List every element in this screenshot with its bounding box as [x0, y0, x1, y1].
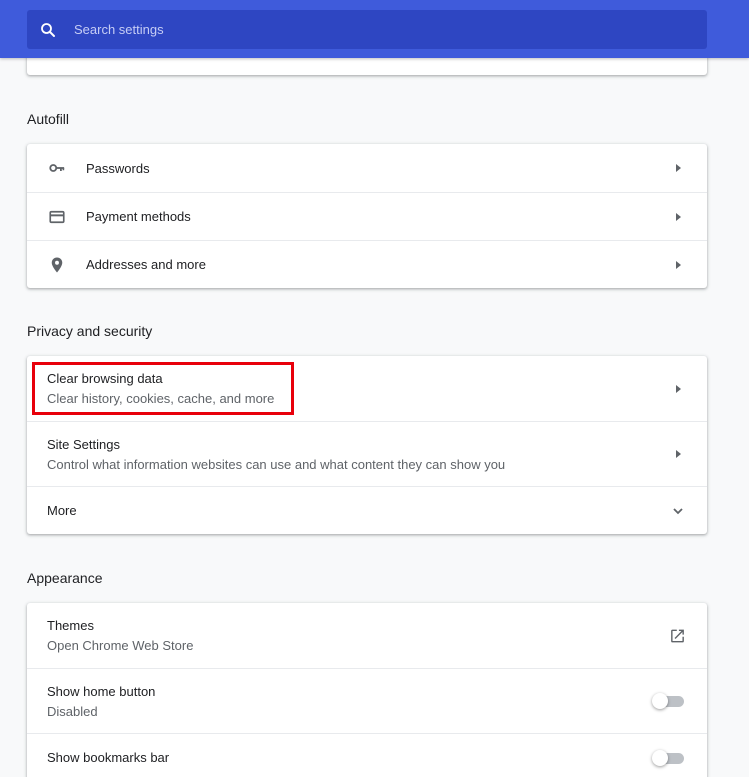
- autofill-item-passwords[interactable]: Passwords: [27, 144, 707, 192]
- show-home-button-label: Show home button: [47, 683, 156, 699]
- themes-sublabel: Open Chrome Web Store: [47, 638, 194, 653]
- autofill-card: Passwords Payment methods Addresses and …: [27, 144, 707, 288]
- more-label: More: [47, 503, 77, 518]
- show-home-button-toggle[interactable]: [652, 693, 684, 709]
- show-bookmarks-bar-label: Show bookmarks bar: [47, 749, 170, 765]
- arrow-right-icon: [673, 163, 683, 173]
- credit-card-icon: [47, 207, 67, 227]
- themes-row[interactable]: Themes Open Chrome Web Store: [27, 603, 707, 668]
- site-settings-sublabel: Control what information websites can us…: [47, 456, 506, 472]
- more-row[interactable]: More: [27, 486, 707, 534]
- show-home-button-text: Show home button Disabled: [47, 684, 155, 719]
- clear-browsing-data-row[interactable]: Clear browsing data Clear history, cooki…: [27, 356, 707, 421]
- appearance-section-title: Appearance: [27, 570, 103, 586]
- chevron-down-icon: [671, 504, 685, 518]
- search-input[interactable]: [72, 21, 656, 38]
- arrow-right-icon: [673, 212, 683, 222]
- toggle-knob: [652, 750, 668, 766]
- privacy-section-title: Privacy and security: [27, 323, 153, 339]
- addresses-label: Addresses and more: [86, 257, 206, 272]
- show-home-button-sublabel: Disabled: [47, 703, 98, 719]
- clear-browsing-data-label: Clear browsing data: [47, 371, 163, 386]
- show-bookmarks-bar-row[interactable]: Show bookmarks bar: [27, 733, 707, 777]
- show-home-button-row[interactable]: Show home button Disabled: [27, 668, 707, 733]
- arrow-right-icon: [673, 449, 683, 459]
- site-settings-row[interactable]: Site Settings Control what information w…: [27, 421, 707, 486]
- passwords-label: Passwords: [86, 160, 150, 176]
- autofill-section-title: Autofill: [27, 111, 70, 127]
- key-icon: [47, 158, 67, 178]
- arrow-right-icon: [673, 260, 683, 270]
- search-icon[interactable]: [39, 21, 57, 39]
- external-link-icon[interactable]: [669, 627, 686, 644]
- settings-page: Autofill Passwords: [0, 0, 749, 777]
- toggle-knob: [652, 693, 668, 709]
- clear-browsing-data-text: Clear browsing data Clear history, cooki…: [47, 371, 274, 406]
- themes-label: Themes: [47, 618, 94, 633]
- site-settings-text: Site Settings Control what information w…: [47, 437, 505, 472]
- appearance-card: Themes Open Chrome Web Store Show home b…: [27, 603, 707, 777]
- arrow-right-icon: [673, 384, 683, 394]
- themes-text: Themes Open Chrome Web Store: [47, 618, 193, 653]
- payment-methods-label: Payment methods: [86, 209, 191, 224]
- location-pin-icon: [47, 255, 67, 275]
- clear-browsing-data-sublabel: Clear history, cookies, cache, and more: [47, 391, 275, 406]
- site-settings-label: Site Settings: [47, 436, 120, 452]
- autofill-item-payment-methods[interactable]: Payment methods: [27, 192, 707, 240]
- privacy-card: Clear browsing data Clear history, cooki…: [27, 356, 707, 534]
- show-bookmarks-bar-toggle[interactable]: [652, 750, 684, 766]
- autofill-item-addresses[interactable]: Addresses and more: [27, 240, 707, 288]
- search-box[interactable]: [27, 10, 707, 49]
- settings-header: [0, 0, 749, 58]
